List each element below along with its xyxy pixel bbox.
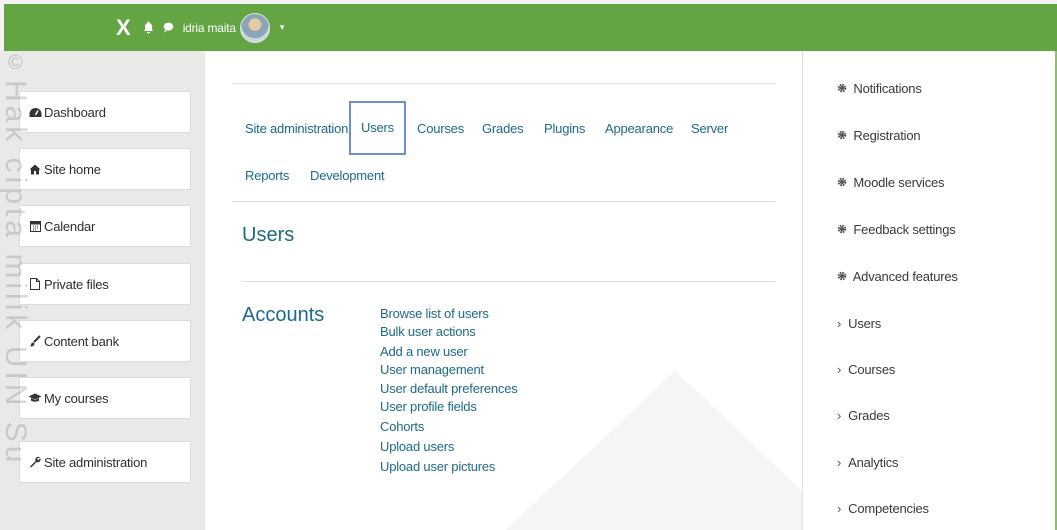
graduation-cap-icon (28, 393, 42, 403)
gear-icon (837, 175, 847, 190)
sidebar-item-private-files[interactable]: Private files (19, 263, 191, 305)
tab-reports[interactable]: Reports (245, 168, 289, 183)
divider (242, 281, 775, 282)
gear-icon (837, 269, 847, 284)
sidebar-item-dashboard[interactable]: Dashboard (19, 91, 191, 133)
main-content: Site administration Users Courses Grades… (205, 51, 845, 530)
sidebar-item-label: Site home (44, 161, 101, 177)
chevron-right-icon: › (837, 316, 842, 331)
divider (232, 83, 775, 84)
tree-category-grades[interactable]: › Grades (837, 408, 890, 423)
link-upload-user-pictures[interactable]: Upload user pictures (380, 459, 518, 475)
link-browse-users[interactable]: Browse list of users (380, 306, 518, 322)
watermark-logo (505, 371, 845, 530)
sidebar-item-my-courses[interactable]: My courses (19, 377, 191, 419)
chevron-down-icon[interactable]: ▾ (280, 22, 285, 33)
page-title: Users (242, 224, 295, 246)
tab-appearance[interactable]: Appearance (605, 121, 673, 136)
chevron-right-icon: › (837, 408, 842, 423)
link-add-new-user[interactable]: Add a new user (380, 344, 518, 360)
tab-users[interactable]: Users (349, 101, 406, 155)
tab-plugins[interactable]: Plugins (544, 121, 585, 136)
chevron-right-icon: › (837, 362, 842, 377)
tree-category-courses[interactable]: › Courses (837, 362, 895, 377)
link-user-default-preferences[interactable]: User default preferences (380, 381, 518, 397)
brush-icon (28, 335, 42, 347)
sidebar-item-label: Private files (44, 276, 109, 292)
tab-development[interactable]: Development (310, 168, 385, 183)
accounts-link-list: Browse list of users Bulk user actions A… (380, 306, 518, 475)
gear-icon (837, 222, 847, 237)
tree-category-users[interactable]: › Users (837, 316, 881, 331)
tree-category-analytics[interactable]: › Analytics (837, 455, 899, 470)
wrench-icon (28, 456, 42, 468)
dashboard-icon (28, 107, 42, 118)
tree-item-feedback-settings[interactable]: Feedback settings (837, 222, 956, 237)
top-navbar: X idria maita ▾ (4, 4, 1057, 51)
tree-item-registration[interactable]: Registration (837, 128, 921, 143)
chevron-right-icon: › (837, 455, 842, 470)
tab-server[interactable]: Server (691, 121, 728, 136)
sidebar-item-site-home[interactable]: Site home (19, 148, 191, 190)
sidebar-item-label: Content bank (44, 333, 119, 349)
link-user-management[interactable]: User management (380, 362, 518, 378)
file-icon (28, 278, 42, 290)
close-drawer-button[interactable]: X (116, 16, 131, 39)
section-heading-accounts: Accounts (242, 304, 325, 326)
link-user-profile-fields[interactable]: User profile fields (380, 399, 518, 415)
chat-icon[interactable] (163, 22, 174, 33)
tab-courses[interactable]: Courses (417, 121, 464, 136)
calendar-icon (28, 220, 42, 232)
sidebar-item-label: Dashboard (44, 104, 106, 120)
tree-item-notifications[interactable]: Notifications (837, 81, 922, 96)
tree-category-competencies[interactable]: › Competencies (837, 501, 929, 516)
sidebar-item-site-administration[interactable]: Site administration (19, 441, 191, 483)
watermark-copyright-symbol: © (8, 52, 23, 74)
tab-grades[interactable]: Grades (482, 121, 524, 136)
tab-site-administration[interactable]: Site administration (245, 121, 348, 136)
sidebar-item-content-bank[interactable]: Content bank (19, 320, 191, 362)
link-bulk-user-actions[interactable]: Bulk user actions (380, 324, 518, 340)
tree-item-moodle-services[interactable]: Moodle services (837, 175, 945, 190)
avatar[interactable] (239, 12, 270, 43)
divider (232, 201, 775, 202)
tree-item-advanced-features[interactable]: Advanced features (837, 269, 958, 284)
home-icon (28, 164, 42, 175)
admin-settings-tree: Notifications Registration Moodle servic… (802, 51, 1057, 530)
sidebar-item-calendar[interactable]: Calendar (19, 205, 191, 247)
link-cohorts[interactable]: Cohorts (380, 419, 518, 435)
sidebar-item-label: Calendar (44, 218, 96, 234)
link-upload-users[interactable]: Upload users (380, 439, 518, 455)
chevron-right-icon: › (837, 501, 842, 516)
user-name[interactable]: idria maita (183, 21, 236, 35)
sidebar-item-label: My courses (44, 390, 109, 406)
sidebar-item-label: Site administration (44, 454, 148, 470)
gear-icon (837, 128, 847, 143)
bell-icon[interactable] (143, 21, 154, 34)
gear-icon (837, 81, 847, 96)
